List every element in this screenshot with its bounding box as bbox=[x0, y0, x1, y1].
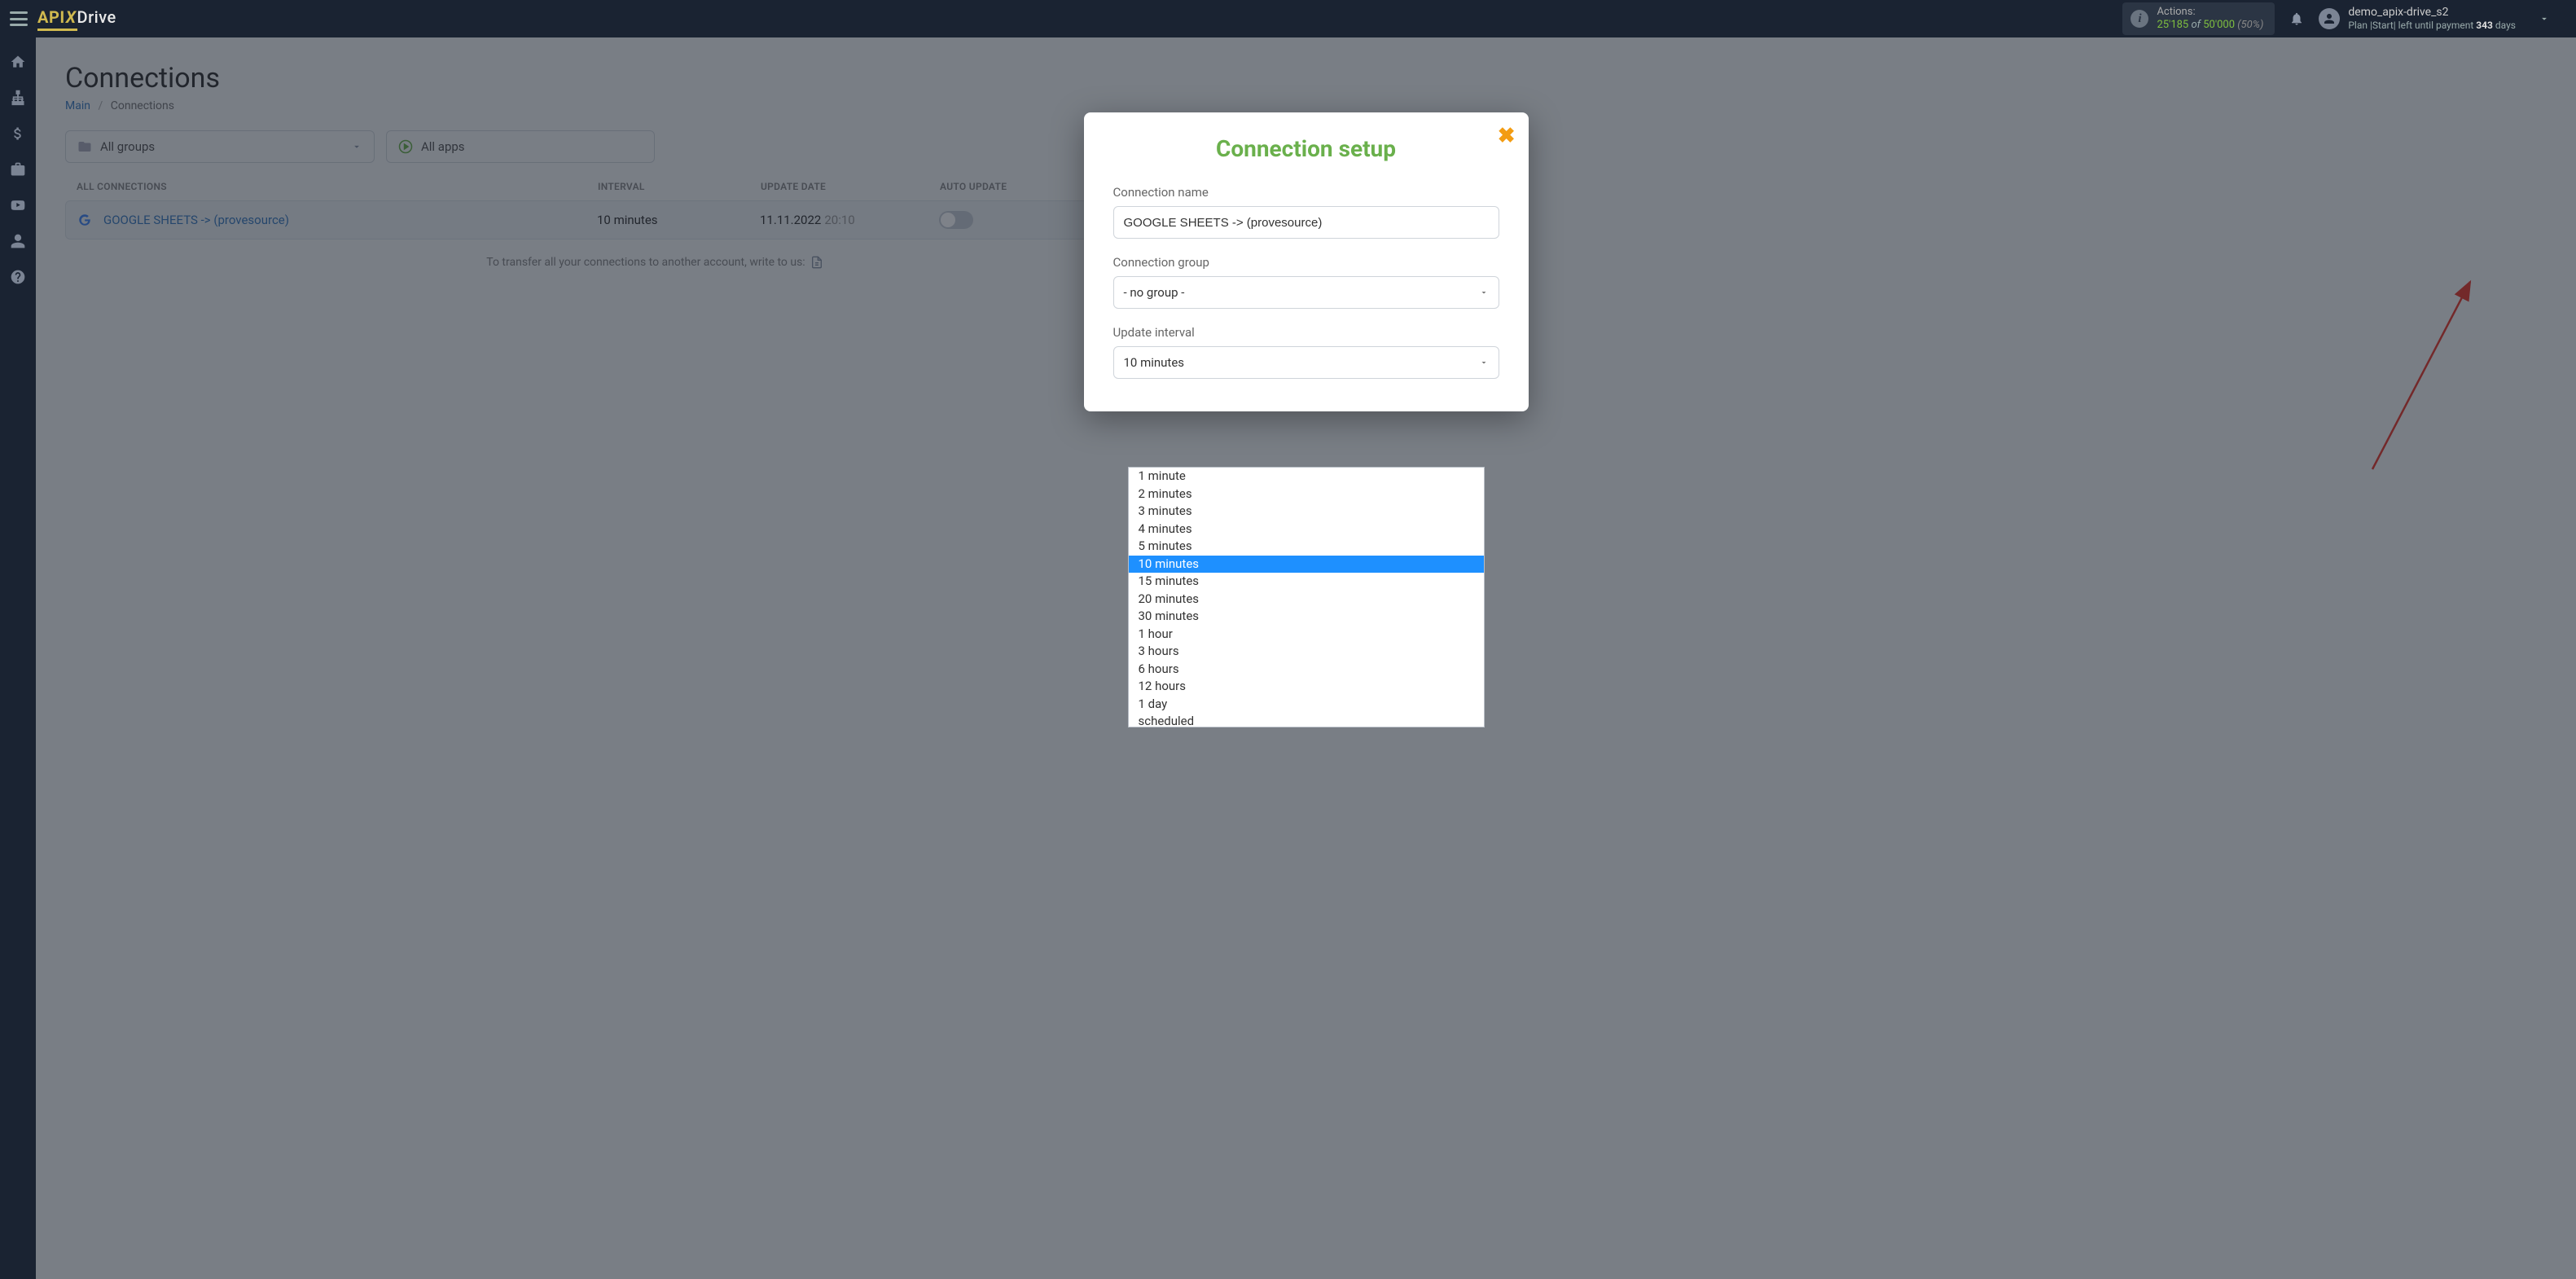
interval-option[interactable]: 20 minutes bbox=[1129, 591, 1484, 609]
topbar: APIXDrive i Actions: 25'185 of 50'000 (5… bbox=[0, 0, 2576, 37]
interval-option[interactable]: 6 hours bbox=[1129, 661, 1484, 679]
interval-option[interactable]: 5 minutes bbox=[1129, 538, 1484, 556]
avatar-icon bbox=[2319, 8, 2340, 29]
modal-title: Connection setup bbox=[1113, 135, 1499, 162]
close-icon[interactable]: ✖ bbox=[1498, 125, 1516, 147]
interval-option[interactable]: scheduled bbox=[1129, 713, 1484, 727]
interval-option[interactable]: 3 hours bbox=[1129, 643, 1484, 661]
update-interval-value: 10 minutes bbox=[1124, 355, 1185, 370]
update-interval-select[interactable]: 10 minutes bbox=[1113, 346, 1499, 379]
chevron-down-icon bbox=[1479, 358, 1489, 367]
user-menu[interactable]: demo_apix-drive_s2 Plan |Start| left unt… bbox=[2319, 6, 2566, 31]
chevron-down-icon[interactable] bbox=[2539, 13, 2550, 24]
bell-icon[interactable] bbox=[2289, 11, 2304, 26]
interval-option[interactable]: 15 minutes bbox=[1129, 573, 1484, 591]
help-icon[interactable] bbox=[3, 262, 33, 292]
interval-option[interactable]: 10 minutes bbox=[1129, 556, 1484, 574]
interval-option[interactable]: 3 minutes bbox=[1129, 503, 1484, 521]
interval-option[interactable]: 1 hour bbox=[1129, 626, 1484, 644]
logo-x-icon: X bbox=[65, 7, 77, 27]
connection-name-label: Connection name bbox=[1113, 185, 1499, 200]
actions-of: of bbox=[2188, 19, 2203, 31]
modal-overlay[interactable]: ✖ Connection setup Connection name Conne… bbox=[36, 37, 2576, 1279]
actions-count: 25'185 bbox=[2157, 19, 2188, 31]
interval-option[interactable]: 30 minutes bbox=[1129, 608, 1484, 626]
update-interval-label: Update interval bbox=[1113, 325, 1499, 340]
connection-group-value: - no group - bbox=[1124, 285, 1185, 300]
user-plan: Plan |Start| left until payment 343 days bbox=[2348, 20, 2516, 31]
logo-api: API bbox=[37, 7, 65, 27]
connection-name-input[interactable] bbox=[1113, 206, 1499, 239]
actions-counter[interactable]: i Actions: 25'185 of 50'000 (50%) bbox=[2122, 2, 2275, 34]
interval-option[interactable]: 1 minute bbox=[1129, 468, 1484, 486]
actions-label: Actions: bbox=[2157, 6, 2263, 19]
info-icon: i bbox=[2131, 10, 2148, 28]
actions-total: 50'000 bbox=[2203, 19, 2235, 31]
chevron-down-icon bbox=[1479, 288, 1489, 297]
home-icon[interactable] bbox=[3, 47, 33, 77]
connection-group-select[interactable]: - no group - bbox=[1113, 276, 1499, 309]
user-name: demo_apix-drive_s2 bbox=[2348, 6, 2516, 20]
connection-group-label: Connection group bbox=[1113, 255, 1499, 270]
interval-option[interactable]: 12 hours bbox=[1129, 678, 1484, 696]
logo[interactable]: APIXDrive bbox=[37, 7, 116, 31]
interval-option[interactable]: 1 day bbox=[1129, 696, 1484, 714]
connection-setup-modal: ✖ Connection setup Connection name Conne… bbox=[1084, 112, 1529, 411]
logo-drive: Drive bbox=[77, 7, 116, 27]
main-content: Connections Main / Connections All group… bbox=[36, 37, 2576, 1279]
interval-option[interactable]: 2 minutes bbox=[1129, 486, 1484, 503]
menu-icon[interactable] bbox=[10, 11, 28, 26]
dollar-icon[interactable] bbox=[3, 119, 33, 148]
interval-option[interactable]: 4 minutes bbox=[1129, 521, 1484, 538]
actions-pct: (50%) bbox=[2235, 19, 2263, 31]
sidebar bbox=[0, 37, 36, 1279]
user-icon[interactable] bbox=[3, 226, 33, 256]
youtube-icon[interactable] bbox=[3, 191, 33, 220]
interval-dropdown: 1 minute2 minutes3 minutes4 minutes5 min… bbox=[1128, 467, 1485, 727]
sitemap-icon[interactable] bbox=[3, 83, 33, 112]
briefcase-icon[interactable] bbox=[3, 155, 33, 184]
